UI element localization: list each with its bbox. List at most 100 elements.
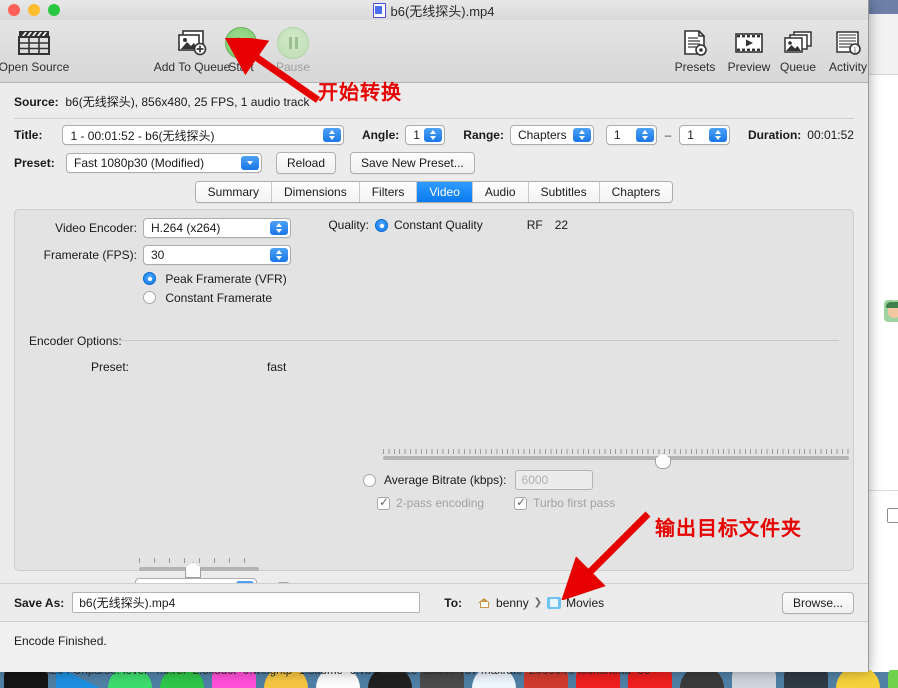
dock-item[interactable]	[680, 670, 724, 688]
range-end-stepper[interactable]: 1	[679, 125, 730, 145]
preset-label: Preset:	[14, 156, 55, 170]
tab-dimensions[interactable]: Dimensions	[272, 182, 360, 202]
tab-audio-label: Audio	[484, 185, 516, 199]
avatar-hat	[886, 302, 898, 308]
encoder-options-rule	[119, 340, 839, 341]
background-window[interactable]	[866, 0, 898, 672]
two-pass-checkbox[interactable]	[377, 495, 390, 510]
duration-label: Duration:	[747, 128, 802, 142]
preset-row: Preset: Fast 1080p30 (Modified) Reload S…	[14, 152, 854, 174]
chevron-down-icon[interactable]	[241, 156, 259, 170]
settings-tabs: Summary Dimensions Filters Video Audio S…	[194, 181, 674, 203]
tab-subtitles[interactable]: Subtitles	[528, 182, 600, 202]
toolbar-open-source[interactable]: Open Source	[0, 28, 76, 74]
tab-filters[interactable]: Filters	[359, 182, 418, 202]
rf-value: 22	[554, 218, 569, 232]
to-label: To:	[444, 595, 463, 610]
peak-framerate-radio[interactable]	[143, 272, 156, 285]
toolbar-presets-label: Presets	[674, 60, 716, 74]
peak-framerate-radio-row[interactable]: Peak Framerate (VFR)	[143, 272, 319, 286]
save-new-preset-label: Save New Preset...	[361, 156, 464, 170]
path-folder-label: Movies	[566, 595, 605, 610]
dock-item[interactable]	[784, 670, 828, 688]
tab-summary[interactable]: Summary	[195, 182, 273, 202]
save-new-preset-button[interactable]: Save New Preset...	[350, 152, 475, 174]
encoder-preset-value: fast	[267, 360, 287, 374]
chevron-right-icon: ❯	[533, 597, 543, 608]
tab-dimensions-label: Dimensions	[284, 185, 347, 199]
framerate-select[interactable]: 30	[143, 245, 291, 265]
toolbar-start[interactable]: Start	[211, 27, 271, 74]
chevron-updown-icon[interactable]	[572, 128, 591, 142]
chevron-updown-icon[interactable]	[322, 128, 341, 142]
chevron-updown-icon[interactable]	[270, 248, 288, 262]
tab-filters-label: Filters	[371, 185, 405, 199]
average-bitrate-input[interactable]: 6000	[514, 470, 593, 490]
framerate-value: 30	[151, 248, 165, 262]
reload-button-label: Reload	[287, 156, 326, 170]
constant-framerate-radio[interactable]	[143, 291, 156, 304]
source-value: b6(无线探头), 856x480, 25 FPS, 1 audio track	[65, 95, 310, 109]
dock-item[interactable]	[836, 670, 880, 688]
toolbar-pause-label: Pause	[275, 60, 311, 74]
toolbar-activity-label: Activity	[828, 60, 867, 74]
chevron-updown-icon[interactable]	[424, 128, 443, 142]
tab-video[interactable]: Video	[417, 182, 473, 202]
save-as-input[interactable]: b6(无线探头).mp4	[72, 592, 421, 613]
job-form: Title: 1 - 00:01:52 - b6(无线探头) Angle: 1 …	[0, 119, 868, 174]
video-encoder-label: Video Encoder:	[55, 221, 137, 235]
settings-tabbar: Summary Dimensions Filters Video Audio S…	[0, 181, 868, 203]
title-row: Title: 1 - 00:01:52 - b6(无线探头) Angle: 1 …	[14, 125, 854, 145]
chevron-updown-icon[interactable]	[708, 128, 727, 142]
background-window-titlebar	[867, 0, 898, 14]
reload-button[interactable]: Reload	[276, 152, 337, 174]
toolbar-start-label: Start	[228, 60, 254, 74]
source-label: Source:	[14, 95, 59, 109]
constant-quality-radio[interactable]	[375, 218, 388, 232]
pause-circle-icon	[263, 27, 323, 59]
window-titlebar[interactable]: b6(无线探头).mp4	[0, 0, 868, 20]
dock-item[interactable]	[888, 670, 898, 688]
clapperboard-icon	[0, 28, 76, 58]
quality-label: Quality:	[328, 218, 369, 232]
browse-button[interactable]: Browse...	[781, 591, 854, 614]
video-encoder-select[interactable]: H.264 (x264)	[143, 218, 291, 238]
toolbar-pause[interactable]: Pause	[263, 27, 323, 74]
destination-pathbar[interactable]: benny ❯ Movies	[478, 596, 604, 610]
toolbar-activity[interactable]: i Activity	[821, 28, 875, 74]
framerate-label: Framerate (FPS):	[43, 248, 137, 262]
turbo-first-pass-label: Turbo first pass	[533, 496, 616, 510]
two-pass-row[interactable]: 2-pass encoding Turbo first pass	[377, 495, 616, 510]
queue-stack-icon	[774, 28, 822, 58]
average-bitrate-radio[interactable]	[363, 473, 376, 487]
save-as-bar: Save As: b6(无线探头).mp4 To: benny ❯ Movies…	[0, 583, 868, 621]
range-start-stepper[interactable]: 1	[605, 125, 657, 145]
chevron-updown-icon[interactable]	[270, 221, 288, 235]
average-bitrate-row[interactable]: Average Bitrate (kbps): 6000	[363, 470, 593, 490]
constant-framerate-radio-row[interactable]: Constant Framerate	[143, 291, 319, 305]
title-select[interactable]: 1 - 00:01:52 - b6(无线探头)	[62, 125, 344, 145]
tab-audio[interactable]: Audio	[472, 182, 529, 202]
encoder-preset-slider[interactable]	[139, 558, 259, 578]
toolbar-presets[interactable]: Presets	[669, 28, 721, 74]
range-select[interactable]: Chapters	[509, 125, 594, 145]
turbo-first-pass-checkbox[interactable]	[514, 495, 528, 510]
preset-select[interactable]: Fast 1080p30 (Modified)	[66, 153, 262, 173]
title-select-value: 1 - 00:01:52 - b6(无线探头)	[70, 128, 215, 143]
chevron-updown-icon[interactable]	[635, 128, 654, 142]
duration-value: 00:01:52	[807, 128, 854, 142]
play-circle-icon	[211, 27, 271, 59]
tab-chapters[interactable]: Chapters	[599, 182, 673, 202]
quality-slider[interactable]	[383, 448, 849, 469]
encoder-preset-knob[interactable]	[185, 562, 201, 578]
browse-button-label: Browse...	[792, 595, 843, 610]
dock-item[interactable]	[732, 670, 776, 688]
background-window-checkbox[interactable]	[887, 508, 898, 523]
dock-item[interactable]	[4, 670, 48, 688]
movies-folder-icon	[547, 596, 562, 609]
angle-select[interactable]: 1	[405, 125, 446, 145]
presets-icon	[669, 28, 721, 58]
toolbar-preview[interactable]: Preview	[722, 28, 776, 74]
toolbar-queue[interactable]: Queue	[774, 28, 822, 74]
toolbar-open-source-label: Open Source	[0, 60, 70, 74]
